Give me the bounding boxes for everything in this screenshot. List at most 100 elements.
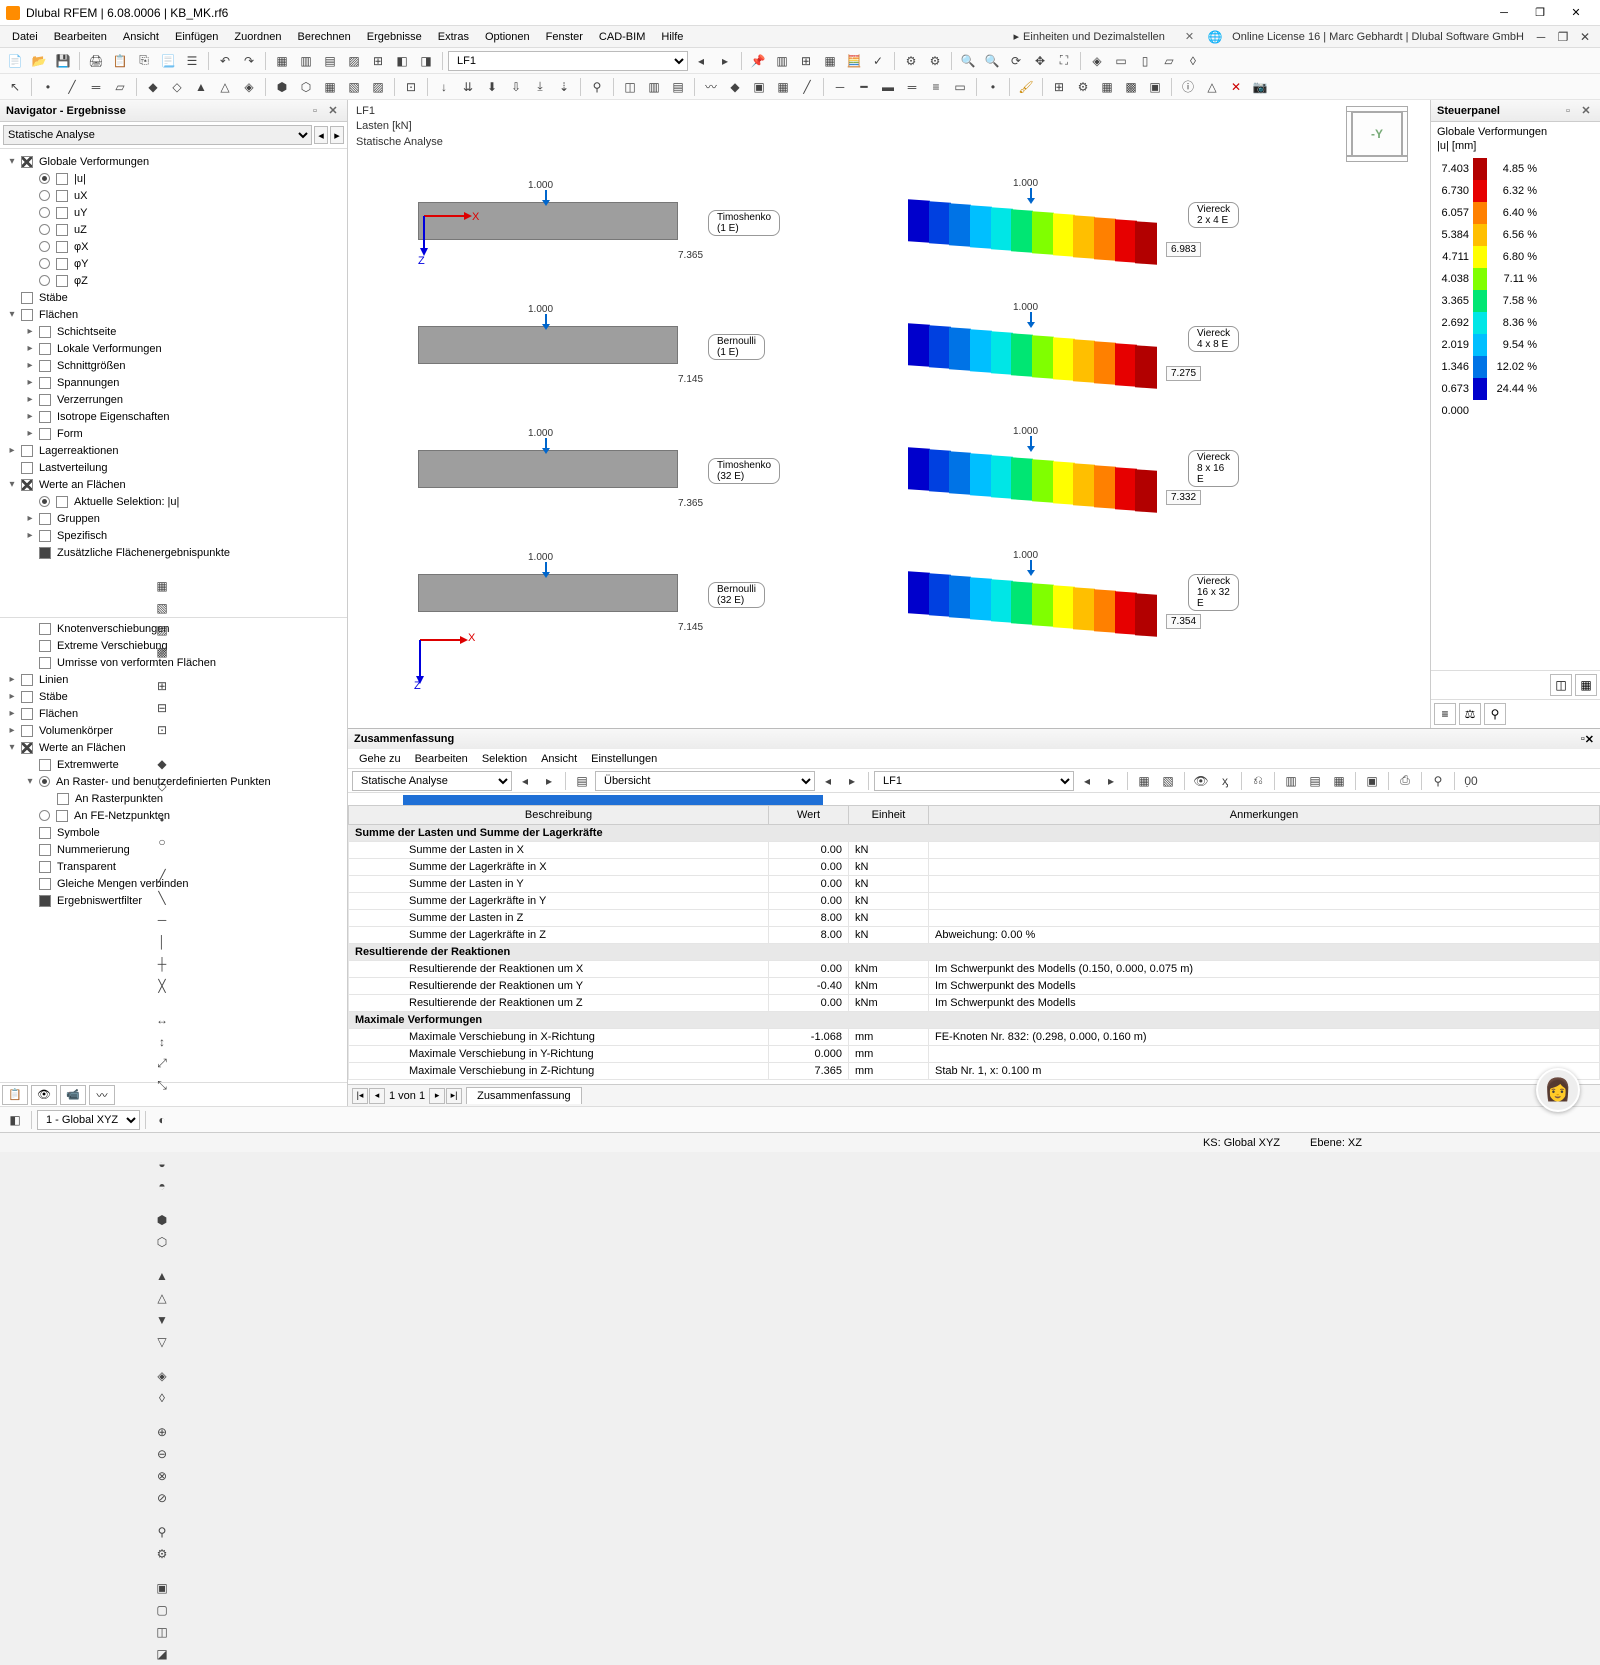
- t13-icon[interactable]: ⇊: [457, 76, 479, 98]
- member-icon[interactable]: ═: [85, 76, 107, 98]
- fit-icon[interactable]: ⛶: [1053, 50, 1075, 72]
- sm-tool2-icon[interactable]: ▧: [1157, 770, 1179, 792]
- sm-export-icon[interactable]: ⎙: [1394, 770, 1416, 792]
- tool-b-icon[interactable]: ⚙: [924, 50, 946, 72]
- tree-item[interactable]: Extreme Verschiebung: [0, 637, 347, 654]
- cfg2-icon[interactable]: ▩: [1120, 76, 1142, 98]
- summary-table[interactable]: BeschreibungWertEinheitAnmerkungenSumme …: [348, 805, 1600, 1084]
- s3-icon[interactable]: ▬: [877, 76, 899, 98]
- tree-item[interactable]: Ergebniswertfilter: [0, 892, 347, 909]
- s5-icon[interactable]: ≡: [925, 76, 947, 98]
- menu-bearbeiten[interactable]: Bearbeiten: [46, 28, 115, 46]
- next-lc-icon[interactable]: ▸: [714, 50, 736, 72]
- bt-icon-36[interactable]: △: [151, 1287, 173, 1309]
- t4-icon[interactable]: △: [214, 76, 236, 98]
- r5-icon[interactable]: ╱: [796, 76, 818, 98]
- help-avatar[interactable]: 👩: [1536, 1068, 1580, 1112]
- doc-icon[interactable]: 📃: [157, 50, 179, 72]
- r1-icon[interactable]: 〰: [700, 76, 722, 98]
- tree-item[interactable]: ▸Spannungen: [0, 374, 347, 391]
- sm-prev1-icon[interactable]: ◂: [514, 770, 536, 792]
- t8-icon[interactable]: ▦: [319, 76, 341, 98]
- bt-icon-45[interactable]: ⊗: [151, 1465, 173, 1487]
- menu-optionen[interactable]: Optionen: [477, 28, 538, 46]
- bt-icon-1[interactable]: ▧: [151, 597, 173, 619]
- results-tree[interactable]: ▾Globale Verformungen|u|uXuYuZφXφYφZStäb…: [0, 149, 347, 617]
- tool-a-icon[interactable]: ⚙: [900, 50, 922, 72]
- cursor-icon[interactable]: ↖: [4, 76, 26, 98]
- err-icon[interactable]: ✕: [1225, 76, 1247, 98]
- bt-icon-9[interactable]: ◆: [151, 753, 173, 775]
- bt-icon-54[interactable]: ◪: [151, 1643, 173, 1665]
- tree-item[interactable]: ▾An Raster- und benutzerdefinierten Punk…: [0, 773, 347, 790]
- view3-icon[interactable]: ▤: [319, 50, 341, 72]
- t3-icon[interactable]: ▲: [190, 76, 212, 98]
- bt-icon-18[interactable]: │: [151, 931, 173, 953]
- sm-decimal-icon[interactable]: 0̣0: [1460, 770, 1482, 792]
- view-cube[interactable]: -Y: [1346, 106, 1420, 166]
- r2-icon[interactable]: ◆: [724, 76, 746, 98]
- bt-icon-13[interactable]: ○: [151, 831, 173, 853]
- menu-ergebnisse[interactable]: Ergebnisse: [359, 28, 430, 46]
- report-icon[interactable]: 📋: [109, 50, 131, 72]
- sm-next2-icon[interactable]: ▸: [841, 770, 863, 792]
- t2-icon[interactable]: ◇: [166, 76, 188, 98]
- minimize-button[interactable]: ─: [1486, 1, 1522, 25]
- sm-prev2-icon[interactable]: ◂: [817, 770, 839, 792]
- s4-icon[interactable]: ═: [901, 76, 923, 98]
- summary-menu-bearbeiten[interactable]: Bearbeiten: [408, 751, 475, 767]
- tree-item[interactable]: uX: [0, 187, 347, 204]
- calc-icon[interactable]: 🧮: [843, 50, 865, 72]
- bt-icon-33[interactable]: ⬡: [151, 1231, 173, 1253]
- bt-icon-23[interactable]: ↕: [151, 1031, 173, 1053]
- summary-menu-einstellungen[interactable]: Einstellungen: [584, 751, 664, 767]
- tree-item[interactable]: Extremwerte: [0, 756, 347, 773]
- nav-tab-3[interactable]: 📹: [60, 1085, 86, 1105]
- warn-icon[interactable]: △: [1201, 76, 1223, 98]
- check-icon[interactable]: ✓: [867, 50, 889, 72]
- tree-item[interactable]: Aktuelle Selektion: |u|: [0, 493, 347, 510]
- bt-icon-3[interactable]: ▩: [151, 641, 173, 663]
- bt-icon-48[interactable]: ⚲: [151, 1521, 173, 1543]
- view1-icon[interactable]: ▦: [271, 50, 293, 72]
- t10-icon[interactable]: ▨: [367, 76, 389, 98]
- tree-item[interactable]: ▸Gruppen: [0, 510, 347, 527]
- rotate-icon[interactable]: ⟳: [1005, 50, 1027, 72]
- bt-icon-30[interactable]: ◓: [151, 1175, 173, 1197]
- tree-item[interactable]: uY: [0, 204, 347, 221]
- bt-icon-41[interactable]: ◊: [151, 1387, 173, 1409]
- bt-icon-24[interactable]: ⤢: [151, 1053, 173, 1075]
- tree-item[interactable]: |u|: [0, 170, 347, 187]
- tree-item[interactable]: ▸Spezifisch: [0, 527, 347, 544]
- bt-icon-12[interactable]: •: [151, 809, 173, 831]
- t14-icon[interactable]: ⬇: [481, 76, 503, 98]
- menu-fenster[interactable]: Fenster: [538, 28, 591, 46]
- copy-icon[interactable]: ⎘: [133, 50, 155, 72]
- legend-btn-b[interactable]: ▦: [1575, 674, 1597, 696]
- tree-item[interactable]: ▸Schnittgrößen: [0, 357, 347, 374]
- panel-pin-icon[interactable]: ▫: [307, 103, 323, 119]
- nav-next-icon[interactable]: ▸: [330, 126, 344, 144]
- dot-icon[interactable]: •: [982, 76, 1004, 98]
- tree-item[interactable]: ▾Werte an Flächen: [0, 476, 347, 493]
- d1-icon[interactable]: ◫: [619, 76, 641, 98]
- legend-pin-icon[interactable]: ▫: [1560, 103, 1576, 119]
- menu-datei[interactable]: Datei: [4, 28, 46, 46]
- sm-next3-icon[interactable]: ▸: [1100, 770, 1122, 792]
- side-icon[interactable]: ▯: [1134, 50, 1156, 72]
- bt-icon-35[interactable]: ▲: [151, 1265, 173, 1287]
- tree-item[interactable]: uZ: [0, 221, 347, 238]
- tree-item[interactable]: ▾Werte an Flächen: [0, 739, 347, 756]
- grid-icon[interactable]: ⊞: [795, 50, 817, 72]
- t9-icon[interactable]: ▧: [343, 76, 365, 98]
- tree-item[interactable]: Transparent: [0, 858, 347, 875]
- filter-icon[interactable]: ⚲: [586, 76, 608, 98]
- bt-icon-52[interactable]: ▢: [151, 1599, 173, 1621]
- sm-tool9-icon[interactable]: ▣: [1361, 770, 1383, 792]
- t17-icon[interactable]: ⇣: [553, 76, 575, 98]
- s2-icon[interactable]: ━: [853, 76, 875, 98]
- menu-ansicht[interactable]: Ansicht: [115, 28, 167, 46]
- cfg3-icon[interactable]: ▣: [1144, 76, 1166, 98]
- close-button[interactable]: ✕: [1558, 1, 1594, 25]
- viewport[interactable]: LF1 Lasten [kN] Statische Analyse -Y 1.0…: [348, 100, 1600, 728]
